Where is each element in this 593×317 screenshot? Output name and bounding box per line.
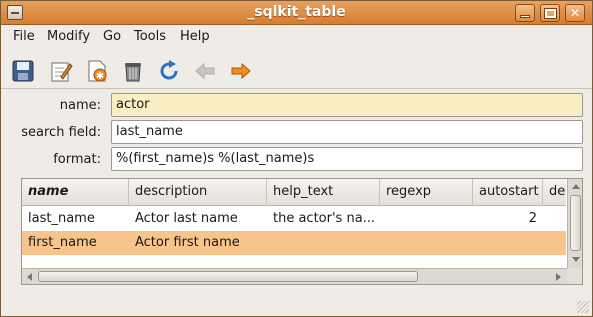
column-header-autostart[interactable]: autostart <box>473 179 543 206</box>
cell-name: last_name <box>28 211 95 226</box>
back-arrow-icon <box>195 62 215 80</box>
menu-help[interactable]: Help <box>180 29 210 44</box>
scrollbar-corner <box>567 268 582 284</box>
cell-name: first_name <box>28 235 97 250</box>
search-field-input[interactable]: last_name <box>111 120 583 144</box>
scroll-left-icon[interactable] <box>27 273 32 281</box>
trash-icon <box>125 63 141 82</box>
table-header: name description help_text regexp autost… <box>22 179 566 206</box>
maximize-icon <box>543 8 557 19</box>
cell-autostart <box>473 231 543 255</box>
cell-regexp <box>380 231 473 255</box>
forward-arrow-icon <box>231 62 251 80</box>
close-icon: ✕ <box>569 6 581 20</box>
horizontal-scrollbar[interactable] <box>22 268 567 284</box>
cell-regexp <box>380 207 473 231</box>
cell-help-text <box>267 231 380 255</box>
forward-button[interactable] <box>227 57 255 85</box>
vertical-scroll-thumb[interactable] <box>570 195 581 251</box>
format-field[interactable]: %(first_name)s %(last_name)s <box>111 147 583 171</box>
app-window: _sqlkit_table ✕ File Modify Go Tools Hel… <box>0 0 593 317</box>
search-field-label: search field: <box>21 125 101 140</box>
scroll-up-icon[interactable] <box>572 184 580 189</box>
refresh-button[interactable] <box>155 57 183 85</box>
minimize-button[interactable] <box>515 4 535 22</box>
table-row[interactable]: last_name Actor last name the actor's na… <box>22 207 566 231</box>
save-button[interactable] <box>9 57 37 85</box>
delete-button[interactable] <box>119 57 147 85</box>
window-title: _sqlkit_table <box>247 4 346 20</box>
format-label: format: <box>53 152 101 167</box>
fields-table: name description help_text regexp autost… <box>21 178 583 285</box>
new-record-icon: ✱ <box>88 60 107 82</box>
name-label: name: <box>59 98 101 113</box>
refresh-icon <box>160 60 178 80</box>
edit-icon <box>51 62 73 82</box>
maximize-button[interactable] <box>540 4 560 22</box>
new-record-button[interactable]: ✱ <box>83 57 111 85</box>
name-field[interactable]: actor <box>111 93 583 117</box>
svg-text:✱: ✱ <box>96 71 104 82</box>
cell-help-text: the actor's na... <box>273 211 376 226</box>
menu-tools[interactable]: Tools <box>134 29 166 44</box>
edit-button[interactable] <box>47 57 75 85</box>
title-bar[interactable]: _sqlkit_table ✕ <box>1 1 592 25</box>
menu-file[interactable]: File <box>13 29 35 44</box>
toolbar: ✱ <box>1 53 592 89</box>
back-button[interactable] <box>191 57 219 85</box>
column-header-name[interactable]: name <box>22 179 129 206</box>
table-row-selected[interactable]: first_name Actor first name <box>22 231 566 255</box>
minimize-icon <box>520 15 530 18</box>
cell-description: Actor first name <box>135 235 240 250</box>
menu-bar: File Modify Go Tools Help <box>1 26 592 48</box>
horizontal-scroll-thumb[interactable] <box>38 271 418 282</box>
menu-go[interactable]: Go <box>103 29 121 44</box>
resize-grip[interactable] <box>577 301 589 313</box>
column-header-de[interactable]: de <box>543 179 566 206</box>
cell-description: Actor last name <box>135 211 238 226</box>
scroll-down-icon[interactable] <box>572 257 580 262</box>
save-icon <box>12 60 34 82</box>
column-header-description[interactable]: description <box>129 179 267 206</box>
vertical-scrollbar[interactable] <box>567 179 582 268</box>
scroll-right-icon[interactable] <box>556 273 561 281</box>
menu-modify[interactable]: Modify <box>47 29 90 44</box>
close-button[interactable]: ✕ <box>565 4 585 22</box>
cell-autostart: 2 <box>528 211 537 226</box>
column-header-regexp[interactable]: regexp <box>380 179 473 206</box>
column-header-help-text[interactable]: help_text <box>267 179 380 206</box>
